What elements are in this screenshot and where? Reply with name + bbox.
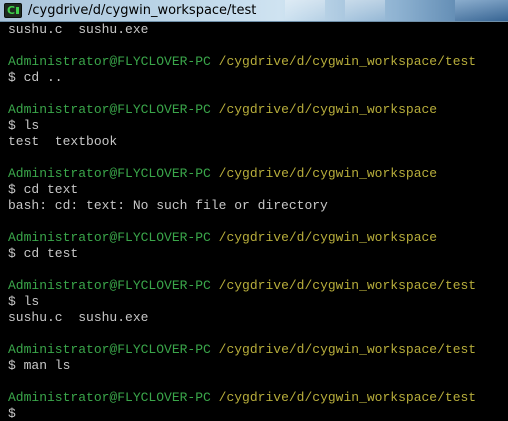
- command-line: $ ls: [8, 294, 40, 309]
- command-line: $: [8, 406, 16, 421]
- prompt-line: Administrator@FLYCLOVER-PC /cygdrive/d/c…: [8, 278, 508, 294]
- prompt-line: Administrator@FLYCLOVER-PC /cygdrive/d/c…: [8, 390, 508, 406]
- prompt-path: /cygdrive/d/cygwin_workspace: [218, 230, 438, 245]
- prompt-line: Administrator@FLYCLOVER-PC /cygdrive/d/c…: [8, 342, 508, 358]
- command-line: $ cd ..: [8, 70, 63, 85]
- prompt-path: /cygdrive/d/cygwin_workspace/test: [218, 54, 477, 69]
- prompt-path: /cygdrive/d/cygwin_workspace/test: [218, 390, 477, 405]
- prompt-line: Administrator@FLYCLOVER-PC /cygdrive/d/c…: [8, 230, 508, 246]
- prompt-user-host: Administrator@FLYCLOVER-PC: [8, 390, 211, 405]
- command-line: $ cd text: [8, 182, 79, 197]
- prompt-separator: [211, 102, 219, 117]
- title-bar-glass-highlight: [285, 0, 325, 21]
- output-line: test textbook: [8, 134, 118, 149]
- title-bar-glass-highlight: [345, 0, 385, 21]
- prompt-line: Administrator@FLYCLOVER-PC /cygdrive/d/c…: [8, 166, 508, 182]
- command-line: $ man ls: [8, 358, 71, 373]
- prompt-path: /cygdrive/d/cygwin_workspace/test: [218, 278, 477, 293]
- prompt-path: /cygdrive/d/cygwin_workspace: [218, 166, 438, 181]
- output-line: sushu.c sushu.exe: [8, 22, 149, 37]
- command-line: $ ls: [8, 118, 40, 133]
- terminal-output[interactable]: sushu.c sushu.exe Administrator@FLYCLOVER…: [0, 22, 508, 421]
- prompt-user-host: Administrator@FLYCLOVER-PC: [8, 230, 211, 245]
- prompt-separator: [211, 54, 219, 69]
- prompt-user-host: Administrator@FLYCLOVER-PC: [8, 278, 211, 293]
- prompt-path: /cygdrive/d/cygwin_workspace: [218, 102, 438, 117]
- window-title: /cygdrive/d/cygwin_workspace/test: [28, 3, 257, 18]
- prompt-line: Administrator@FLYCLOVER-PC /cygdrive/d/c…: [8, 54, 508, 70]
- output-line: bash: cd: text: No such file or director…: [8, 198, 328, 213]
- prompt-separator: [211, 230, 219, 245]
- prompt-separator: [211, 390, 219, 405]
- cygwin-terminal-icon[interactable]: C: [4, 3, 22, 18]
- output-line: sushu.c sushu.exe: [8, 310, 149, 325]
- prompt-separator: [211, 342, 219, 357]
- prompt-separator: [211, 278, 219, 293]
- prompt-user-host: Administrator@FLYCLOVER-PC: [8, 102, 211, 117]
- prompt-user-host: Administrator@FLYCLOVER-PC: [8, 54, 211, 69]
- command-line: $ cd test: [8, 246, 79, 261]
- terminal-window: C /cygdrive/d/cygwin_workspace/test sush…: [0, 0, 508, 421]
- title-bar[interactable]: C /cygdrive/d/cygwin_workspace/test: [0, 0, 508, 22]
- prompt-line: Administrator@FLYCLOVER-PC /cygdrive/d/c…: [8, 102, 508, 118]
- prompt-path: /cygdrive/d/cygwin_workspace/test: [218, 342, 477, 357]
- title-bar-glass-highlight: [455, 0, 508, 21]
- prompt-user-host: Administrator@FLYCLOVER-PC: [8, 166, 211, 181]
- prompt-user-host: Administrator@FLYCLOVER-PC: [8, 342, 211, 357]
- prompt-separator: [211, 166, 219, 181]
